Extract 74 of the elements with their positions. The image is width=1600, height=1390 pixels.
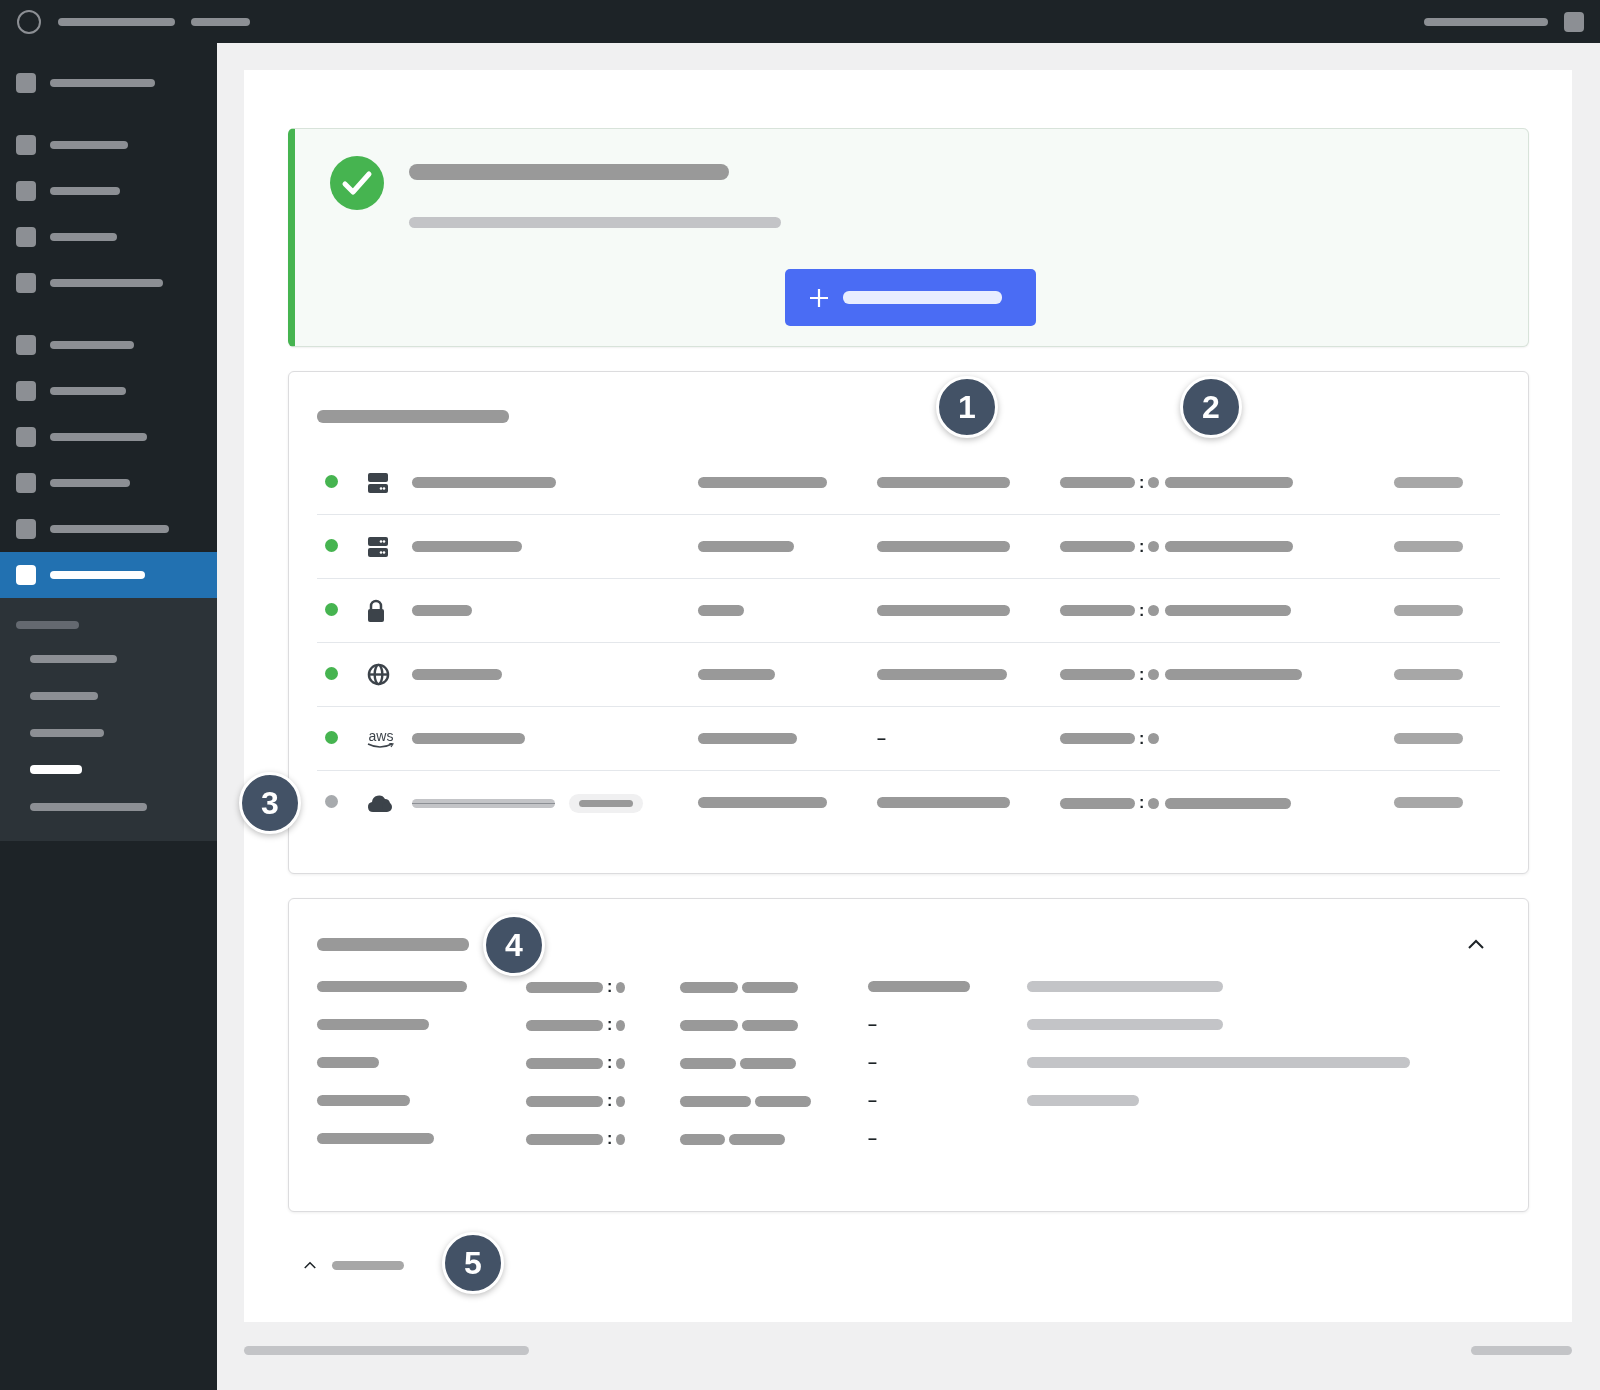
menu-icon bbox=[16, 181, 36, 201]
redacted-text-bar bbox=[317, 1057, 379, 1068]
redacted-text-bar bbox=[1394, 540, 1463, 552]
dash-text: – bbox=[868, 1130, 877, 1147]
menu-icon bbox=[16, 73, 36, 93]
cloud-icon bbox=[367, 793, 393, 813]
menu-icon bbox=[16, 273, 36, 293]
dash-text: – bbox=[877, 729, 886, 747]
redacted-text-bar[interactable] bbox=[191, 17, 250, 26]
dash-text: – bbox=[868, 1016, 877, 1033]
separator-text: : bbox=[1139, 602, 1145, 619]
status-dot bbox=[1148, 605, 1160, 616]
redacted-text-bar bbox=[755, 1095, 811, 1107]
redacted-text-bar bbox=[729, 1133, 785, 1145]
separator-text: : bbox=[1139, 538, 1145, 555]
plus-icon bbox=[809, 287, 829, 308]
redacted-text-bar bbox=[1394, 476, 1463, 488]
redacted-text-bar bbox=[698, 604, 744, 616]
separator-text: : bbox=[607, 1017, 613, 1033]
status-dot bbox=[1148, 477, 1160, 488]
avatar-icon[interactable] bbox=[1564, 11, 1584, 32]
menu-icon bbox=[16, 227, 36, 247]
globe-icon bbox=[367, 663, 390, 686]
redacted-text-bar bbox=[680, 1133, 725, 1145]
check-icon bbox=[329, 155, 385, 211]
menu-icon bbox=[16, 381, 36, 401]
aws-logo: aws bbox=[367, 728, 395, 749]
status-dot bbox=[1148, 669, 1160, 680]
redacted-text-bar bbox=[742, 1019, 798, 1031]
status-dot bbox=[616, 1133, 626, 1145]
redacted-text-bar bbox=[740, 1057, 796, 1069]
status-dot bbox=[616, 1057, 626, 1069]
menu-icon bbox=[16, 427, 36, 447]
redacted-text-bar bbox=[1394, 668, 1463, 680]
redacted-text-bar[interactable] bbox=[58, 17, 175, 26]
redacted-text-bar bbox=[1394, 797, 1463, 808]
lock-icon bbox=[367, 598, 385, 623]
chevron-up-icon[interactable] bbox=[1468, 939, 1484, 949]
separator-text: : bbox=[607, 1093, 613, 1109]
redacted-text-bar bbox=[1394, 732, 1463, 744]
status-dot bbox=[616, 1095, 626, 1107]
separator-text: : bbox=[1139, 666, 1145, 683]
redacted-text-bar bbox=[680, 1019, 738, 1031]
redacted-text-bar bbox=[1394, 604, 1463, 616]
separator-text: : bbox=[607, 1055, 613, 1071]
status-dot bbox=[1148, 797, 1160, 809]
redacted-text-bar bbox=[742, 981, 798, 993]
separator-text: : bbox=[1139, 730, 1145, 747]
logo-icon[interactable] bbox=[16, 8, 42, 35]
separator-text: : bbox=[1139, 474, 1145, 491]
menu-icon bbox=[16, 473, 36, 493]
menu-icon bbox=[16, 565, 36, 585]
server-icon bbox=[367, 535, 389, 558]
redacted-text-bar[interactable] bbox=[1424, 17, 1548, 26]
sidebar-item[interactable] bbox=[0, 552, 217, 598]
redacted-text-bar[interactable] bbox=[412, 605, 472, 616]
server-icon bbox=[367, 471, 389, 494]
add-button[interactable] bbox=[785, 269, 1036, 326]
separator-text: : bbox=[607, 979, 613, 995]
menu-icon bbox=[16, 519, 36, 539]
status-dot bbox=[616, 1019, 626, 1031]
redacted-text-bar bbox=[680, 1095, 751, 1107]
status-dot bbox=[1148, 733, 1160, 744]
menu-icon bbox=[16, 135, 36, 155]
separator-text: : bbox=[1139, 795, 1145, 811]
redacted-text-bar bbox=[680, 1057, 736, 1069]
menu-icon bbox=[16, 335, 36, 355]
dash-text: – bbox=[868, 1092, 877, 1109]
separator-text: : bbox=[607, 1131, 613, 1147]
dash-text: – bbox=[868, 1054, 877, 1071]
chevron-up-icon[interactable] bbox=[304, 1260, 316, 1270]
status-dot bbox=[616, 981, 626, 993]
status-dot bbox=[1148, 541, 1160, 552]
redacted-text-bar bbox=[680, 981, 738, 993]
